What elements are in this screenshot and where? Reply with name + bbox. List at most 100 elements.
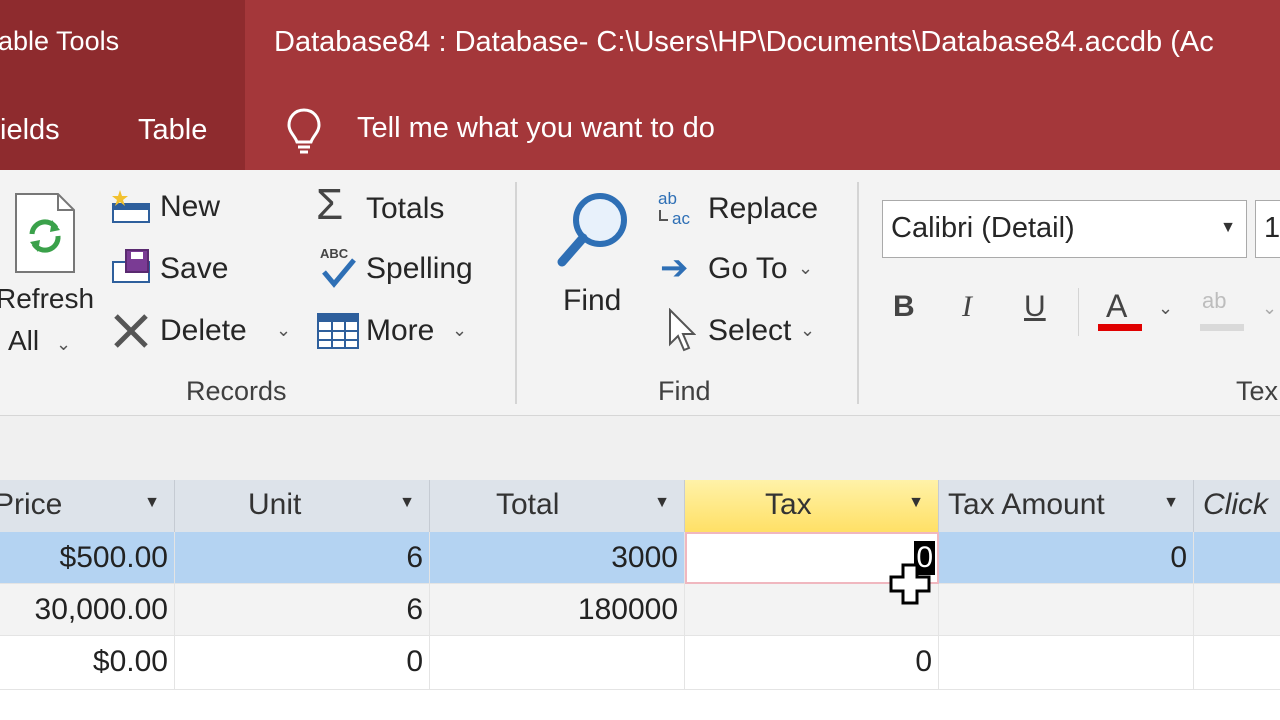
chevron-down-icon: ▼ bbox=[1220, 219, 1236, 236]
records-group-label: Records bbox=[186, 376, 287, 406]
cell-tax-amount[interactable] bbox=[939, 584, 1194, 636]
highlight-glyph: ab bbox=[1202, 288, 1227, 313]
ribbon-separator bbox=[857, 182, 859, 404]
italic-button[interactable]: I bbox=[962, 290, 972, 324]
font-name-dropdown[interactable]: Calibri (Detail) ▼ bbox=[882, 200, 1247, 258]
chevron-down-icon: ⌄ bbox=[276, 320, 292, 340]
column-header-tax[interactable]: Tax ▼ bbox=[685, 480, 939, 532]
svg-text:ab: ab bbox=[658, 189, 677, 208]
plus-cursor-icon bbox=[889, 563, 931, 605]
highlight-button[interactable]: ab bbox=[1200, 286, 1248, 334]
cell-click-to-add[interactable] bbox=[1194, 636, 1280, 690]
select-button[interactable]: Select ⌄ bbox=[656, 308, 836, 354]
spelling-button[interactable]: ABC Spelling bbox=[314, 246, 494, 292]
delete-label: Delete bbox=[160, 314, 247, 347]
column-header-unit[interactable]: Unit ▼ bbox=[175, 480, 430, 532]
new-record-button[interactable]: New bbox=[108, 186, 308, 232]
context-group-label: able Tools bbox=[0, 26, 120, 56]
table-row[interactable]: 30,000.00 6 180000 bbox=[0, 584, 1280, 636]
go-to-button[interactable]: ➔ Go To ⌄ bbox=[656, 246, 836, 292]
cell-total[interactable] bbox=[430, 636, 685, 690]
save-icon bbox=[112, 249, 150, 283]
header-label: Unit bbox=[248, 488, 302, 521]
cell-price[interactable]: 30,000.00 bbox=[0, 584, 175, 636]
cell-price[interactable]: $0.00 bbox=[0, 636, 175, 690]
bold-button[interactable]: B bbox=[893, 290, 915, 324]
refresh-icon bbox=[15, 193, 75, 273]
new-label: New bbox=[160, 190, 221, 223]
header-label: Total bbox=[496, 488, 560, 521]
tab-table[interactable]: Table bbox=[138, 114, 207, 147]
replace-label: Replace bbox=[708, 192, 819, 225]
tell-me-search[interactable]: Tell me what you want to do bbox=[357, 112, 715, 145]
dropdown-arrow-icon[interactable]: ▼ bbox=[654, 494, 670, 512]
lightbulb-icon bbox=[287, 108, 321, 154]
dropdown-arrow-icon[interactable]: ▼ bbox=[399, 494, 415, 512]
go-to-label: Go To bbox=[708, 252, 788, 285]
dropdown-arrow-icon[interactable]: ▼ bbox=[1163, 494, 1179, 512]
column-header-tax-amount[interactable]: Tax Amount ▼ bbox=[939, 480, 1194, 532]
ribbon-separator bbox=[1078, 288, 1079, 336]
cell-unit[interactable]: 6 bbox=[175, 584, 430, 636]
totals-button[interactable]: Σ Totals bbox=[314, 180, 494, 232]
find-button[interactable]: Find bbox=[552, 186, 642, 326]
more-label: More bbox=[366, 314, 435, 347]
arrow-right-icon: ➔ bbox=[660, 249, 689, 287]
refresh-all-button[interactable]: Refresh All ⌄ bbox=[0, 186, 94, 366]
empty-grid-area bbox=[0, 690, 1280, 720]
cell-unit[interactable]: 0 bbox=[175, 636, 430, 690]
delete-record-button[interactable]: Delete ⌄ bbox=[108, 308, 308, 354]
tab-fields[interactable]: ields bbox=[0, 114, 60, 147]
column-header-total[interactable]: Total ▼ bbox=[430, 480, 685, 532]
header-label: Tax bbox=[765, 488, 812, 521]
header-label: Tax Amount bbox=[948, 488, 1105, 521]
table-row[interactable]: $500.00 6 3000 0 0 bbox=[0, 532, 1280, 584]
font-color-button[interactable]: A bbox=[1098, 286, 1142, 334]
font-color-bar bbox=[1098, 324, 1142, 331]
spelling-check-icon: ABC bbox=[320, 246, 356, 288]
replace-button[interactable]: ab ac Replace bbox=[656, 186, 836, 232]
table-row[interactable]: $0.00 0 0 bbox=[0, 636, 1280, 690]
table-grid-icon bbox=[317, 313, 359, 349]
column-header-click-to-add[interactable]: Click bbox=[1194, 480, 1280, 532]
svg-text:ABC: ABC bbox=[320, 246, 349, 261]
cell-total[interactable]: 180000 bbox=[430, 584, 685, 636]
document-title: Database84 : Database- C:\Users\HP\Docum… bbox=[274, 26, 1214, 58]
cell-click-to-add[interactable] bbox=[1194, 584, 1280, 636]
more-button[interactable]: More ⌄ bbox=[314, 308, 494, 354]
cell-unit[interactable]: 6 bbox=[175, 532, 430, 584]
magnifier-icon bbox=[557, 193, 627, 267]
spelling-label: Spelling bbox=[366, 252, 473, 285]
refresh-all-label-2: All bbox=[8, 325, 40, 356]
chevron-down-icon: ⌄ bbox=[800, 320, 816, 340]
underline-button[interactable]: U bbox=[1024, 290, 1046, 324]
cell-tax-amount[interactable]: 0 bbox=[939, 532, 1194, 584]
cell-click-to-add[interactable] bbox=[1194, 532, 1280, 584]
replace-icon: ab ac bbox=[658, 189, 690, 228]
cell-tax-amount[interactable] bbox=[939, 636, 1194, 690]
totals-label: Totals bbox=[366, 192, 445, 225]
sigma-icon: Σ bbox=[316, 180, 344, 229]
select-label: Select bbox=[708, 314, 792, 347]
ribbon-separator bbox=[515, 182, 517, 404]
dropdown-arrow-icon[interactable]: ▼ bbox=[908, 494, 924, 512]
font-color-glyph: A bbox=[1106, 288, 1128, 324]
header-label: Price bbox=[0, 488, 63, 521]
cell-total[interactable]: 3000 bbox=[430, 532, 685, 584]
font-size-dropdown[interactable]: 1 bbox=[1255, 200, 1280, 258]
cell-price[interactable]: $500.00 bbox=[0, 532, 175, 584]
cell-tax[interactable]: 0 bbox=[685, 636, 939, 690]
datasheet-top-band bbox=[0, 416, 1280, 480]
font-name-value: Calibri (Detail) bbox=[891, 212, 1075, 244]
dropdown-arrow-icon[interactable]: ▼ bbox=[144, 494, 160, 512]
save-record-button[interactable]: Save bbox=[108, 246, 308, 292]
find-label: Find bbox=[563, 284, 622, 317]
column-header-price[interactable]: Price ▼ bbox=[0, 480, 175, 532]
font-size-value: 1 bbox=[1264, 212, 1280, 244]
save-label: Save bbox=[160, 252, 229, 285]
svg-text:ac: ac bbox=[672, 209, 690, 228]
find-group-label: Find bbox=[658, 376, 711, 406]
cursor-arrow-icon bbox=[669, 308, 696, 352]
delete-x-icon bbox=[114, 314, 148, 348]
chevron-down-icon: ⌄ bbox=[56, 334, 72, 354]
